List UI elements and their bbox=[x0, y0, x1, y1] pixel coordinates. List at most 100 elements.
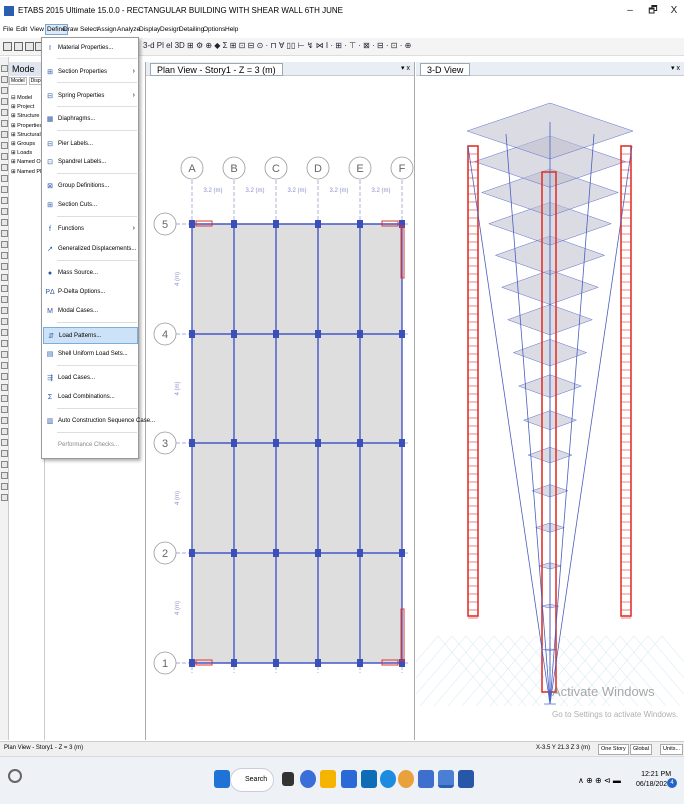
side-tool-icon[interactable] bbox=[1, 252, 8, 259]
system-tray[interactable]: ∧ ⊕ ⊕ ⊲ ▬ bbox=[578, 776, 621, 785]
side-tool-icon[interactable] bbox=[1, 208, 8, 215]
menu-edit[interactable]: Edit bbox=[16, 26, 27, 33]
side-tool-icon[interactable] bbox=[1, 241, 8, 248]
menu-assign[interactable]: Assign bbox=[97, 26, 117, 33]
side-tool-icon[interactable] bbox=[1, 439, 8, 446]
side-tool-icon[interactable] bbox=[1, 494, 8, 501]
menu-select[interactable]: Select bbox=[80, 26, 98, 33]
side-tool-icon[interactable] bbox=[1, 351, 8, 358]
menu-detailing[interactable]: Detailing bbox=[179, 26, 204, 33]
store-icon[interactable] bbox=[341, 770, 357, 788]
side-tool-icon[interactable] bbox=[1, 362, 8, 369]
chrome-icon[interactable] bbox=[398, 770, 414, 788]
tree-node[interactable]: ⊞ Properties bbox=[11, 122, 42, 131]
side-tool-icon[interactable] bbox=[1, 428, 8, 435]
tree-node[interactable]: ⊞ Named O bbox=[11, 158, 42, 167]
tree-node[interactable]: ⊞ Project bbox=[11, 103, 42, 112]
menu-options[interactable]: Options bbox=[203, 26, 225, 33]
menu-file[interactable]: File bbox=[3, 26, 13, 33]
notification-badge[interactable]: 4 bbox=[667, 778, 677, 788]
menu-item-section-cuts[interactable]: ⊞ Section Cuts... bbox=[43, 197, 138, 214]
plan-grid-drawing[interactable]: A 3.2 (m) B 3.2 (m) C 3.2 (m) D 3.2 (m) E 3.2 (m)… bbox=[146, 76, 416, 740]
menu-item-material-properties[interactable]: I Material Properties... bbox=[43, 40, 138, 57]
3d-view-tab[interactable]: 3-D View bbox=[420, 63, 471, 76]
side-tool-icon[interactable] bbox=[1, 296, 8, 303]
menu-view[interactable]: View bbox=[30, 26, 44, 33]
units-button[interactable]: Units... bbox=[660, 744, 684, 755]
side-tool-icon[interactable] bbox=[1, 406, 8, 413]
menu-item-diaphragms[interactable]: ▦ Diaphragms... bbox=[43, 111, 138, 128]
app-pinned-icon-2[interactable] bbox=[458, 770, 474, 788]
side-tool-icon[interactable] bbox=[1, 76, 8, 83]
side-tool-icon[interactable] bbox=[1, 461, 8, 468]
menu-design[interactable]: Design bbox=[160, 26, 180, 33]
menu-display[interactable]: Display bbox=[139, 26, 160, 33]
menu-item-auto-construction-sequence-case[interactable]: ▥ Auto Construction Sequence Case... bbox=[43, 413, 155, 430]
side-tool-icon[interactable] bbox=[1, 285, 8, 292]
etabs-taskbar-icon[interactable] bbox=[438, 770, 454, 788]
tree-node[interactable]: ⊟ Model bbox=[11, 94, 42, 103]
coord-system-select[interactable]: Global bbox=[630, 744, 652, 755]
mail-icon[interactable] bbox=[361, 770, 377, 788]
side-tool-icon[interactable] bbox=[1, 307, 8, 314]
side-tool-icon[interactable] bbox=[1, 329, 8, 336]
file-explorer-icon[interactable] bbox=[320, 770, 336, 788]
widgets-icon[interactable] bbox=[8, 769, 22, 783]
side-tool-icon[interactable] bbox=[1, 87, 8, 94]
menu-analyze[interactable]: Analyze bbox=[117, 26, 140, 33]
side-tool-icon[interactable] bbox=[1, 274, 8, 281]
chat-icon[interactable] bbox=[300, 770, 316, 788]
task-view-icon[interactable] bbox=[282, 772, 294, 786]
side-tool-icon[interactable] bbox=[1, 219, 8, 226]
new-model-icon[interactable] bbox=[3, 42, 12, 51]
minimize-button[interactable]: – bbox=[622, 4, 638, 18]
side-tool-icon[interactable] bbox=[1, 120, 8, 127]
menu-item-modal-cases[interactable]: M Modal Cases... bbox=[43, 303, 138, 320]
menu-item-mass-source[interactable]: ● Mass Source... bbox=[43, 265, 138, 282]
start-icon[interactable] bbox=[214, 770, 230, 788]
side-tool-icon[interactable] bbox=[1, 175, 8, 182]
side-tool-icon[interactable] bbox=[1, 472, 8, 479]
menu-item-spring-properties[interactable]: ⊟ Spring Properties › bbox=[43, 88, 138, 105]
menu-item-functions[interactable]: f Functions › bbox=[43, 221, 138, 238]
close-button[interactable]: X bbox=[666, 4, 682, 18]
tree-node[interactable]: ⊞ Named Pl bbox=[11, 168, 42, 177]
side-tool-icon[interactable] bbox=[1, 450, 8, 457]
side-tool-icon[interactable] bbox=[1, 417, 8, 424]
side-tool-icon[interactable] bbox=[1, 142, 8, 149]
side-tool-icon[interactable] bbox=[1, 318, 8, 325]
menu-item-load-patterns[interactable]: ⇵ Load Patterns... bbox=[43, 327, 138, 344]
menu-item-p-delta-options[interactable]: PΔ P-Delta Options... bbox=[43, 284, 138, 301]
menu-item-group-definitions[interactable]: ⊠ Group Definitions... bbox=[43, 178, 138, 195]
taskbar-search[interactable]: Search bbox=[230, 768, 274, 792]
side-tool-icon[interactable] bbox=[1, 153, 8, 160]
tree-node[interactable]: ⊞ Structure bbox=[11, 112, 42, 121]
side-tool-icon[interactable] bbox=[1, 131, 8, 138]
side-tool-icon[interactable] bbox=[1, 483, 8, 490]
menu-item-shell-uniform-load-sets[interactable]: ▤ Shell Uniform Load Sets... bbox=[43, 346, 138, 363]
menu-draw[interactable]: Draw bbox=[63, 26, 78, 33]
plan-view-tab[interactable]: Plan View - Story1 - Z = 3 (m) bbox=[150, 63, 283, 76]
story-select[interactable]: One Story bbox=[598, 744, 629, 755]
side-tool-icon[interactable] bbox=[1, 197, 8, 204]
menu-help[interactable]: Help bbox=[225, 26, 238, 33]
menu-item-load-combinations[interactable]: Σ Load Combinations... bbox=[43, 389, 138, 406]
side-tool-icon[interactable] bbox=[1, 98, 8, 105]
menu-item-load-cases[interactable]: ⇶ Load Cases... bbox=[43, 370, 138, 387]
side-tool-icon[interactable] bbox=[1, 230, 8, 237]
side-tool-icon[interactable] bbox=[1, 395, 8, 402]
side-tool-icon[interactable] bbox=[1, 109, 8, 116]
save-icon[interactable] bbox=[25, 42, 34, 51]
tree-node[interactable]: ⊞ Structural bbox=[11, 131, 42, 140]
clock[interactable]: 12:21 PM 06/18/2023 bbox=[636, 770, 671, 790]
tree-node[interactable]: ⊞ Groups bbox=[11, 140, 42, 149]
tree-node[interactable]: ⊞ Loads bbox=[11, 149, 42, 158]
side-tool-icon[interactable] bbox=[1, 65, 8, 72]
menu-item-spandrel-labels[interactable]: ⊡ Spandrel Labels... bbox=[43, 154, 138, 171]
menu-item-section-properties[interactable]: ⊞ Section Properties › bbox=[43, 64, 138, 81]
side-tool-icon[interactable] bbox=[1, 263, 8, 270]
3d-view-close[interactable]: ▾ x bbox=[671, 64, 680, 72]
toolbar-icons-strip[interactable]: 3-d Pl el 3D ⊞ ⚙ ⊕ ◆ Σ ⊞ ⊡ ⊟ ⊙ · ⊓ ∀ ▯▯ … bbox=[143, 41, 411, 50]
side-tool-icon[interactable] bbox=[1, 373, 8, 380]
side-tool-icon[interactable] bbox=[1, 340, 8, 347]
